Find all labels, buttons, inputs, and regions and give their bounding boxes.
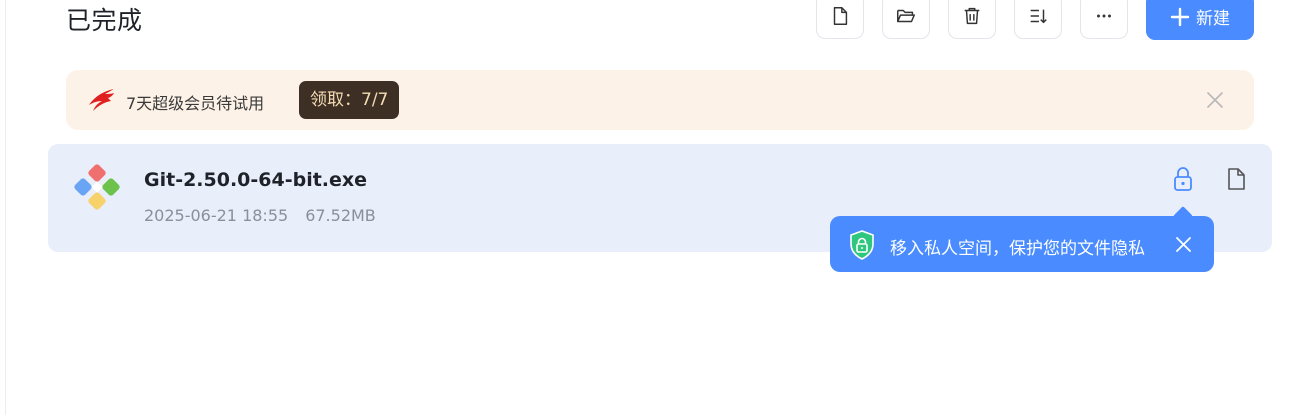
installer-icon [74, 164, 120, 210]
tooltip-text: 移入私人空间，保护您的文件隐私 [890, 239, 1145, 259]
promo-text: 7天超级会员待试用 [126, 94, 265, 113]
file-date: 2025-06-21 18:55 [144, 206, 289, 225]
plus-icon [1170, 7, 1190, 26]
file-name: Git-2.50.0-64-bit.exe [144, 169, 368, 191]
open-folder-button[interactable] [882, 0, 930, 39]
promo-claim-button[interactable]: 领取：7/7 [299, 81, 400, 119]
shield-icon [850, 230, 874, 260]
more-icon [1097, 14, 1111, 18]
close-icon[interactable] [1206, 91, 1224, 109]
sort-icon [1030, 9, 1047, 24]
delete-button[interactable] [948, 0, 996, 39]
open-folder-icon [897, 9, 915, 23]
promo-banner: 7天超级会员待试用 领取：7/7 [66, 70, 1254, 130]
file-size: 67.52MB [305, 206, 376, 225]
page-title: 已完成 [66, 6, 143, 35]
more-button[interactable] [1080, 0, 1128, 39]
trash-icon [964, 7, 980, 25]
open-file-icon[interactable] [1223, 166, 1249, 192]
sidebar-border [5, 0, 6, 415]
new-button[interactable]: 新建 [1146, 0, 1254, 40]
new-file-button[interactable] [816, 0, 864, 39]
close-icon[interactable] [1175, 236, 1192, 253]
private-space-tooltip: 移入私人空间，保护您的文件隐私 [830, 206, 1214, 272]
lock-icon[interactable] [1170, 166, 1196, 192]
file-meta: 2025-06-21 18:55 67.52MB [144, 206, 376, 225]
new-file-icon [833, 7, 848, 25]
brand-bird-icon [89, 89, 114, 111]
sort-button[interactable] [1014, 0, 1062, 39]
new-button-label: 新建 [1196, 9, 1230, 29]
